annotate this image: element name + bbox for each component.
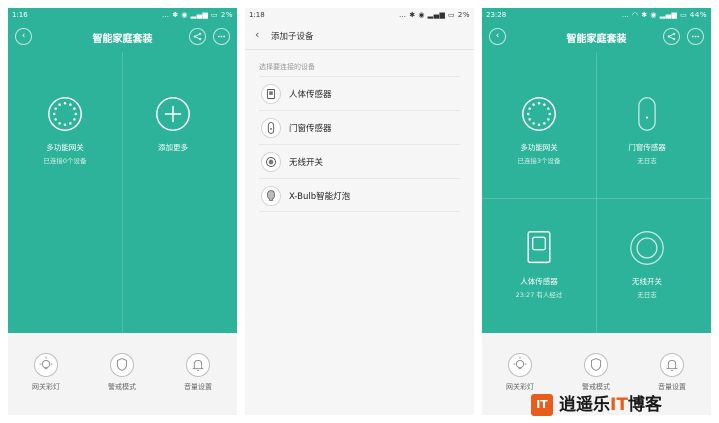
door-sensor-icon xyxy=(638,97,656,131)
grid-divider xyxy=(482,198,711,199)
device-status: 无日志 xyxy=(637,291,657,299)
device-status: 无日志 xyxy=(637,157,657,165)
phone-screen-add-subdevice: 1:18 … ✱ ◉ ▂▄▆ ▭ 2% ‹ 添加子设备 选择要连接的设备 人体传… xyxy=(245,8,474,415)
list-item-label: 门窗传感器 xyxy=(289,124,332,134)
wireless-switch-icon xyxy=(630,231,664,265)
bell-icon xyxy=(186,353,210,377)
door-sensor-icon xyxy=(261,118,281,138)
page-title: 添加子设备 xyxy=(271,32,314,42)
more-icon xyxy=(217,35,226,38)
more-button[interactable] xyxy=(213,28,230,45)
device-name: 无线开关 xyxy=(632,277,662,286)
status-time: 1:18 xyxy=(249,11,265,19)
device-status: 已连接3个设备 xyxy=(517,157,561,165)
site-watermark: IT 逍遥乐IT博客 xyxy=(531,393,711,417)
motion-sensor-icon xyxy=(527,231,551,264)
button-label: 网关彩灯 xyxy=(506,383,534,391)
bottom-toolbar: 网关彩灯 警戒模式 音量设置 xyxy=(8,333,237,415)
volume-settings-button[interactable]: 音量设置 xyxy=(168,353,228,392)
app-header: ‹ 智能家庭套装 xyxy=(482,22,711,52)
add-icon xyxy=(156,97,190,131)
status-indicators: … ✱ ◉ ▂▄▆ ▭ 2% xyxy=(399,11,470,19)
device-name: 门窗传感器 xyxy=(628,143,666,152)
device-status: 已连接0个设备 xyxy=(43,157,87,165)
more-icon xyxy=(691,35,700,38)
gateway-icon xyxy=(522,97,556,131)
share-button[interactable] xyxy=(663,28,680,45)
grid-divider xyxy=(122,52,123,333)
device-tile-gateway[interactable]: 多功能网关 已连接3个设备 xyxy=(504,96,574,165)
status-time: 23:28 xyxy=(486,11,507,19)
share-icon xyxy=(193,32,202,41)
light-bulb-icon xyxy=(508,353,532,377)
guard-mode-button[interactable]: 警戒模式 xyxy=(566,353,626,392)
status-indicators: … ◠ ✱ ◉ ▂▄▆ ▭ 44% xyxy=(621,11,707,19)
list-item-wireless-switch[interactable]: 无线开关 xyxy=(259,144,460,178)
watermark-text: 逍遥乐IT博客 xyxy=(559,395,662,415)
button-label: 音量设置 xyxy=(658,383,686,391)
list-item-door-sensor[interactable]: 门窗传感器 xyxy=(259,110,460,144)
share-button[interactable] xyxy=(189,28,206,45)
status-time: 1:16 xyxy=(12,11,28,19)
gateway-light-button[interactable]: 网关彩灯 xyxy=(16,353,76,392)
back-chevron-icon[interactable]: ‹ xyxy=(255,28,259,41)
device-tile-motion-sensor[interactable]: 人体传感器 23:27 有人经过 xyxy=(504,230,574,299)
list-item-label: 无线开关 xyxy=(289,158,324,168)
device-type-list: 人体传感器 门窗传感器 无线开关 X-Bulb智能灯泡 xyxy=(259,76,460,212)
more-button[interactable] xyxy=(687,28,704,45)
device-name: 人体传感器 xyxy=(520,277,558,286)
device-tile-door-sensor[interactable]: 门窗传感器 无日志 xyxy=(614,96,680,165)
wireless-switch-icon xyxy=(261,152,281,172)
status-indicators: … ✱ ◉ ▂▄▆ ▭ 2% xyxy=(162,11,233,19)
bulb-icon xyxy=(261,186,281,206)
guard-mode-button[interactable]: 警戒模式 xyxy=(92,353,152,392)
device-status: 23:27 有人经过 xyxy=(515,291,563,299)
device-grid-area xyxy=(8,8,237,333)
gateway-icon xyxy=(48,97,82,131)
motion-sensor-icon xyxy=(261,84,281,104)
list-item-motion-sensor[interactable]: 人体传感器 xyxy=(259,76,460,110)
list-item-label: X-Bulb智能灯泡 xyxy=(289,192,351,202)
button-label: 音量设置 xyxy=(184,383,212,391)
button-label: 警戒模式 xyxy=(108,383,136,391)
share-icon xyxy=(667,32,676,41)
button-label: 网关彩灯 xyxy=(32,383,60,391)
status-bar: 23:28 … ◠ ✱ ◉ ▂▄▆ ▭ 44% xyxy=(482,8,711,22)
device-tile-gateway[interactable]: 多功能网关 已连接0个设备 xyxy=(30,96,100,165)
volume-settings-button[interactable]: 音量设置 xyxy=(642,353,702,392)
gateway-light-button[interactable]: 网关彩灯 xyxy=(490,353,550,392)
device-name: 多功能网关 xyxy=(520,143,558,152)
phone-screen-home-connected: 23:28 … ◠ ✱ ◉ ▂▄▆ ▭ 44% ‹ 智能家庭套装 多功能网关 已… xyxy=(482,8,711,415)
app-header: ‹ 智能家庭套装 xyxy=(8,22,237,52)
add-more-tile[interactable]: 添加更多 xyxy=(140,96,206,153)
device-name: 添加更多 xyxy=(158,143,188,152)
status-bar: 1:18 … ✱ ◉ ▂▄▆ ▭ 2% xyxy=(245,8,474,22)
shield-icon xyxy=(110,353,134,377)
shield-icon xyxy=(584,353,608,377)
list-item-smart-bulb[interactable]: X-Bulb智能灯泡 xyxy=(259,178,460,212)
app-header: ‹ 添加子设备 xyxy=(245,22,474,50)
list-item-label: 人体传感器 xyxy=(289,90,332,100)
grid-divider xyxy=(596,52,597,333)
phone-screen-home-empty: 1:16 … ✱ ◉ ▂▄▆ ▭ 2% ‹ 智能家庭套装 多功能网关 已连接0个… xyxy=(8,8,237,415)
status-bar: 1:16 … ✱ ◉ ▂▄▆ ▭ 2% xyxy=(8,8,237,22)
bell-icon xyxy=(660,353,684,377)
screenshot-collage: 1:16 … ✱ ◉ ▂▄▆ ▭ 2% ‹ 智能家庭套装 多功能网关 已连接0个… xyxy=(0,0,719,423)
light-bulb-icon xyxy=(34,353,58,377)
watermark-logo: IT xyxy=(531,394,553,416)
device-tile-wireless-switch[interactable]: 无线开关 无日志 xyxy=(614,230,680,299)
section-hint: 选择要连接的设备 xyxy=(259,63,315,71)
button-label: 警戒模式 xyxy=(582,383,610,391)
device-name: 多功能网关 xyxy=(46,143,84,152)
